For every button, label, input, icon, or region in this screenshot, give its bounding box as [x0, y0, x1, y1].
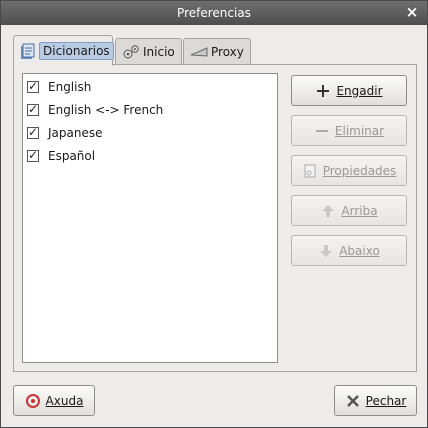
remove-button-label: Eliminar [334, 123, 385, 138]
properties-icon [302, 163, 318, 179]
list-item[interactable]: Español [27, 147, 95, 165]
dictionary-label: English <-> French [48, 103, 164, 117]
properties-button-label: Propiedades [322, 163, 397, 178]
dictionary-label: Español [48, 149, 96, 163]
title-bar: Preferencias × [1, 1, 427, 25]
network-proxy-icon [189, 43, 209, 61]
list-item[interactable]: English [27, 78, 91, 96]
help-icon [25, 393, 41, 409]
properties-button[interactable]: Propiedades [291, 155, 407, 186]
tab-dictionaries-label: Dicionarios [39, 42, 114, 60]
remove-icon [314, 123, 330, 139]
tab-startup[interactable]: Inicio [115, 38, 182, 64]
dictionary-checkbox[interactable] [27, 102, 39, 116]
list-item[interactable]: English <-> French [27, 101, 163, 119]
help-button-label: Axuda [45, 393, 84, 408]
add-button-label: Engadir [336, 83, 383, 98]
preferences-window: Preferencias × Dicionarios Inicio Proxy … [0, 0, 428, 428]
dictionary-label: Japanese [48, 126, 103, 140]
dictionary-label: English [48, 80, 92, 94]
add-icon [315, 83, 331, 99]
window-title: Preferencias [177, 6, 251, 20]
close-icon [345, 393, 361, 409]
move-up-button-label: Arriba [341, 203, 378, 218]
close-button-label: Pechar [365, 393, 407, 408]
help-button[interactable]: Axuda [13, 385, 95, 416]
tab-proxy-label: Proxy [211, 44, 244, 59]
list-item[interactable]: Japanese [27, 124, 103, 142]
arrow-up-icon [320, 203, 336, 219]
tab-dictionaries[interactable]: Dicionarios [13, 35, 114, 66]
arrow-down-icon [318, 243, 334, 259]
close-window-icon[interactable]: × [404, 4, 420, 20]
dictionary-icon [19, 42, 37, 60]
move-down-button-label: Abaixo [339, 243, 380, 258]
tab-startup-label: Inicio [143, 44, 175, 59]
remove-dictionary-button[interactable]: Eliminar [291, 115, 407, 146]
close-button[interactable]: Pechar [334, 385, 417, 416]
tab-strip: Dicionarios Inicio Proxy [13, 35, 417, 66]
dictionary-checkbox[interactable] [27, 79, 39, 93]
tab-proxy[interactable]: Proxy [183, 38, 251, 64]
settings-gears-icon [121, 43, 141, 61]
dictionary-checkbox[interactable] [27, 148, 39, 162]
move-up-button[interactable]: Arriba [291, 195, 407, 226]
move-down-button[interactable]: Abaixo [291, 235, 407, 266]
dictionary-list[interactable]: English English <-> French Japanese Espa… [22, 73, 278, 363]
dictionary-checkbox[interactable] [27, 125, 39, 139]
add-dictionary-button[interactable]: Engadir [291, 75, 407, 106]
